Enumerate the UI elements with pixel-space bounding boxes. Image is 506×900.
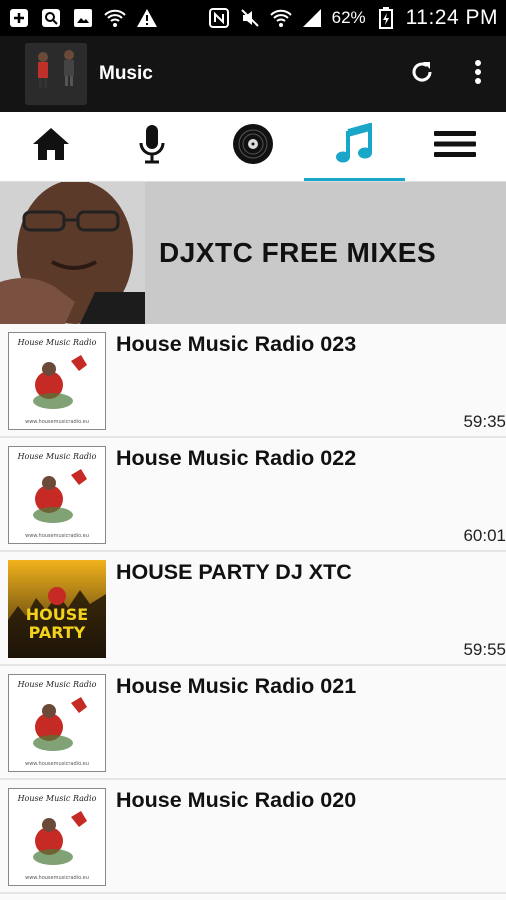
header-banner: DJXTC FREE MIXES — [0, 182, 506, 324]
plus-icon — [8, 7, 30, 29]
tab-bar — [0, 112, 506, 182]
tab-menu[interactable] — [405, 112, 506, 181]
list-item[interactable]: House Music Radio www.housemusicradio.eu … — [0, 438, 506, 552]
track-title: House Music Radio 020 — [116, 788, 357, 812]
vinyl-record-icon — [232, 123, 274, 170]
track-list: House Music Radio www.housemusicradio.eu … — [0, 324, 506, 894]
list-item[interactable]: House Music Radio www.housemusicradio.eu … — [0, 324, 506, 438]
svg-text:House Music Radio: House Music Radio — [17, 452, 97, 461]
home-icon — [31, 126, 71, 167]
cell-signal-icon — [301, 7, 323, 29]
image-icon — [72, 7, 94, 29]
track-title: House Music Radio 023 — [116, 332, 357, 356]
app-bar: Music — [0, 36, 506, 112]
svg-text:www.housemusicradio.eu: www.housemusicradio.eu — [25, 761, 89, 767]
track-duration: 59:55 — [463, 640, 506, 659]
microphone-icon — [136, 123, 168, 170]
tab-vinyl[interactable] — [202, 112, 303, 181]
hamburger-menu-icon — [434, 130, 477, 163]
mute-icon — [239, 7, 261, 29]
track-duration: 60:01 — [463, 526, 506, 545]
refresh-button[interactable] — [394, 46, 450, 102]
house-music-radio-thumbnail: House Music Radio www.housemusicradio.eu — [8, 674, 106, 772]
wifi-icon — [104, 7, 126, 29]
search-icon — [40, 7, 62, 29]
list-item[interactable]: HOUSE PARTY HOUSE PARTY DJ XTC 59:55 — [0, 552, 506, 666]
music-note-icon — [334, 122, 374, 170]
status-bar: 62% 11:24 PM — [0, 0, 506, 36]
track-title: HOUSE PARTY DJ XTC — [116, 560, 352, 584]
track-duration: 59:35 — [463, 412, 506, 431]
dj-photo — [0, 182, 145, 324]
overflow-menu-icon — [474, 59, 482, 90]
svg-text:www.housemusicradio.eu: www.housemusicradio.eu — [25, 419, 89, 425]
svg-text:House Music Radio: House Music Radio — [17, 338, 97, 347]
refresh-icon — [408, 58, 436, 91]
house-party-thumbnail: HOUSE PARTY — [8, 560, 106, 658]
svg-text:HOUSE: HOUSE — [26, 605, 88, 624]
tab-microphone[interactable] — [101, 112, 202, 181]
track-title: House Music Radio 022 — [116, 446, 357, 470]
svg-text:House Music Radio: House Music Radio — [17, 794, 97, 803]
page-title: Music — [99, 63, 153, 84]
svg-text:www.housemusicradio.eu: www.housemusicradio.eu — [25, 533, 89, 539]
overflow-menu-button[interactable] — [450, 46, 506, 102]
app-logo — [25, 43, 87, 105]
wifi-signal-icon — [269, 7, 292, 29]
list-item[interactable]: House Music Radio www.housemusicradio.eu … — [0, 780, 506, 894]
tab-home[interactable] — [0, 112, 101, 181]
track-title: House Music Radio 021 — [116, 674, 357, 698]
svg-text:www.housemusicradio.eu: www.housemusicradio.eu — [25, 875, 89, 881]
house-music-radio-thumbnail: House Music Radio www.housemusicradio.eu — [8, 446, 106, 544]
clock: 11:24 PM — [405, 6, 498, 29]
warning-icon — [136, 7, 158, 29]
house-music-radio-thumbnail: House Music Radio www.housemusicradio.eu — [8, 332, 106, 430]
battery-icon — [375, 7, 397, 29]
nfc-icon — [208, 7, 230, 29]
svg-text:PARTY: PARTY — [29, 623, 86, 642]
svg-text:House Music Radio: House Music Radio — [17, 680, 97, 689]
list-item[interactable]: House Music Radio www.housemusicradio.eu … — [0, 666, 506, 780]
house-music-radio-thumbnail: House Music Radio www.housemusicradio.eu — [8, 788, 106, 886]
battery-percent: 62% — [331, 8, 366, 27]
banner-title: DJXTC FREE MIXES — [159, 237, 437, 268]
tab-music[interactable] — [303, 112, 406, 181]
